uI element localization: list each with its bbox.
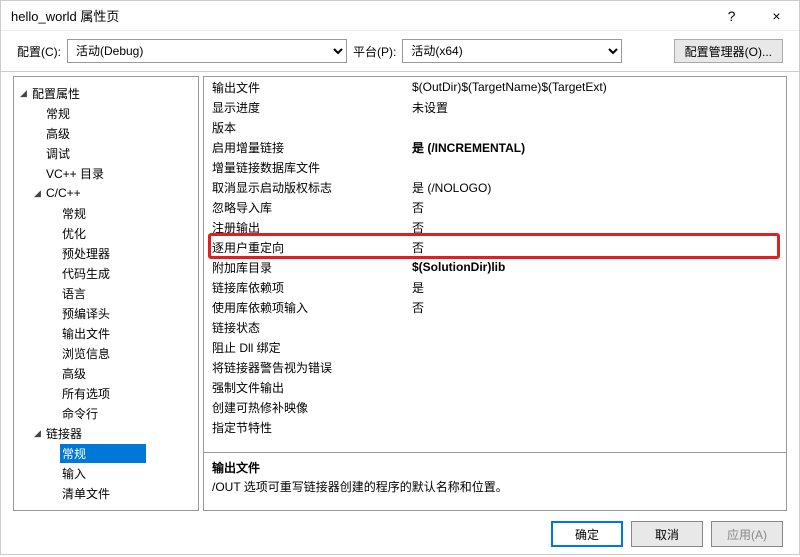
property-key: 版本	[212, 119, 412, 136]
property-row[interactable]: 使用库依赖项输入否	[204, 297, 786, 317]
property-value[interactable]: 是 (/NOLOGO)	[412, 179, 786, 196]
config-manager-button[interactable]: 配置管理器(O)...	[674, 39, 783, 63]
property-row[interactable]: 逐用户重定向否	[204, 237, 786, 257]
ok-button[interactable]: 确定	[551, 521, 623, 547]
cancel-button[interactable]: 取消	[631, 521, 703, 547]
property-row[interactable]: 注册输出否	[204, 217, 786, 237]
window-title: hello_world 属性页	[11, 6, 709, 25]
property-row[interactable]: 输出文件$(OutDir)$(TargetName)$(TargetExt)	[204, 77, 786, 97]
property-key: 创建可热修补映像	[212, 399, 412, 416]
tree-linker[interactable]: 链接器	[44, 424, 84, 443]
titlebar: hello_world 属性页 ? ×	[1, 1, 799, 31]
property-key: 将链接器警告视为错误	[212, 359, 412, 376]
property-row[interactable]: 将链接器警告视为错误	[204, 357, 786, 377]
property-value[interactable]: 否	[412, 219, 786, 236]
tree-item[interactable]: 清单文件	[60, 484, 112, 503]
property-key: 附加库目录	[212, 259, 412, 276]
property-value[interactable]: 是 (/INCREMENTAL)	[412, 139, 786, 156]
property-key: 增量链接数据库文件	[212, 159, 412, 176]
property-key: 链接状态	[212, 319, 412, 336]
property-key: 显示进度	[212, 99, 412, 116]
property-grid[interactable]: 输出文件$(OutDir)$(TargetName)$(TargetExt)显示…	[203, 76, 787, 453]
property-key: 链接库依赖项	[212, 279, 412, 296]
tree-view[interactable]: ◢配置属性 常规高级调试VC++ 目录 ◢C/C++ 常规优化预处理器代码生成语…	[13, 76, 199, 511]
description-panel: 输出文件 /OUT 选项可重写链接器创建的程序的默认名称和位置。	[203, 453, 787, 511]
config-select[interactable]: 活动(Debug)	[67, 39, 347, 63]
tree-item[interactable]: 所有选项	[60, 384, 112, 403]
tree-item[interactable]: 常规	[44, 104, 72, 123]
tree-item[interactable]: 输入	[60, 464, 88, 483]
property-key: 注册输出	[212, 219, 412, 236]
property-key: 启用增量链接	[212, 139, 412, 156]
tree-item[interactable]: 调试	[44, 144, 72, 163]
tree-item[interactable]: 预编译头	[60, 304, 112, 323]
tree-item[interactable]: 高级	[60, 364, 88, 383]
property-row[interactable]: 版本	[204, 117, 786, 137]
property-key: 指定节特性	[212, 419, 412, 436]
property-value[interactable]: 是	[412, 279, 786, 296]
property-value[interactable]: 否	[412, 199, 786, 216]
tree-item[interactable]: 代码生成	[60, 264, 112, 283]
property-key: 忽略导入库	[212, 199, 412, 216]
description-text: /OUT 选项可重写链接器创建的程序的默认名称和位置。	[212, 478, 778, 495]
tree-item[interactable]: 命令行	[60, 404, 100, 423]
property-key: 强制文件输出	[212, 379, 412, 396]
tree-item[interactable]: 常规	[60, 444, 146, 463]
collapse-icon[interactable]: ◢	[34, 428, 44, 439]
platform-label: 平台(P):	[353, 43, 396, 60]
property-row[interactable]: 阻止 Dll 绑定	[204, 337, 786, 357]
platform-select[interactable]: 活动(x64)	[402, 39, 622, 63]
tree-root[interactable]: 配置属性	[30, 84, 82, 103]
property-row[interactable]: 指定节特性	[204, 417, 786, 437]
property-key: 逐用户重定向	[212, 239, 412, 256]
property-key: 输出文件	[212, 79, 412, 96]
tree-item[interactable]: 输出文件	[60, 324, 112, 343]
config-row: 配置(C): 活动(Debug) 平台(P): 活动(x64) 配置管理器(O)…	[1, 31, 799, 71]
property-row[interactable]: 链接状态	[204, 317, 786, 337]
footer: 确定 取消 应用(A)	[1, 511, 799, 557]
property-row[interactable]: 创建可热修补映像	[204, 397, 786, 417]
tree-item[interactable]: 浏览信息	[60, 344, 112, 363]
property-key: 取消显示启动版权标志	[212, 179, 412, 196]
property-value[interactable]: $(OutDir)$(TargetName)$(TargetExt)	[412, 80, 786, 94]
property-row[interactable]: 启用增量链接是 (/INCREMENTAL)	[204, 137, 786, 157]
description-title: 输出文件	[212, 459, 778, 476]
property-row[interactable]: 增量链接数据库文件	[204, 157, 786, 177]
property-row[interactable]: 附加库目录$(SolutionDir)lib	[204, 257, 786, 277]
property-row[interactable]: 显示进度未设置	[204, 97, 786, 117]
property-row[interactable]: 忽略导入库否	[204, 197, 786, 217]
property-value[interactable]: 否	[412, 239, 786, 256]
collapse-icon[interactable]: ◢	[34, 188, 44, 199]
tree-item[interactable]: VC++ 目录	[44, 164, 106, 183]
property-value[interactable]: 否	[412, 299, 786, 316]
apply-button[interactable]: 应用(A)	[711, 521, 783, 547]
collapse-icon[interactable]: ◢	[20, 88, 30, 99]
property-row[interactable]: 强制文件输出	[204, 377, 786, 397]
close-button[interactable]: ×	[754, 1, 799, 31]
config-label: 配置(C):	[17, 43, 61, 60]
tree-ccpp[interactable]: C/C++	[44, 185, 83, 201]
tree-item[interactable]: 优化	[60, 224, 88, 243]
tree-item[interactable]: 高级	[44, 124, 72, 143]
property-value[interactable]: $(SolutionDir)lib	[412, 260, 786, 274]
property-row[interactable]: 链接库依赖项是	[204, 277, 786, 297]
property-key: 阻止 Dll 绑定	[212, 339, 412, 356]
property-key: 使用库依赖项输入	[212, 299, 412, 316]
property-row[interactable]: 取消显示启动版权标志是 (/NOLOGO)	[204, 177, 786, 197]
property-value[interactable]: 未设置	[412, 99, 786, 116]
tree-item[interactable]: 常规	[60, 204, 88, 223]
tree-item[interactable]: 语言	[60, 284, 88, 303]
tree-item[interactable]: 预处理器	[60, 244, 112, 263]
help-button[interactable]: ?	[709, 1, 754, 31]
